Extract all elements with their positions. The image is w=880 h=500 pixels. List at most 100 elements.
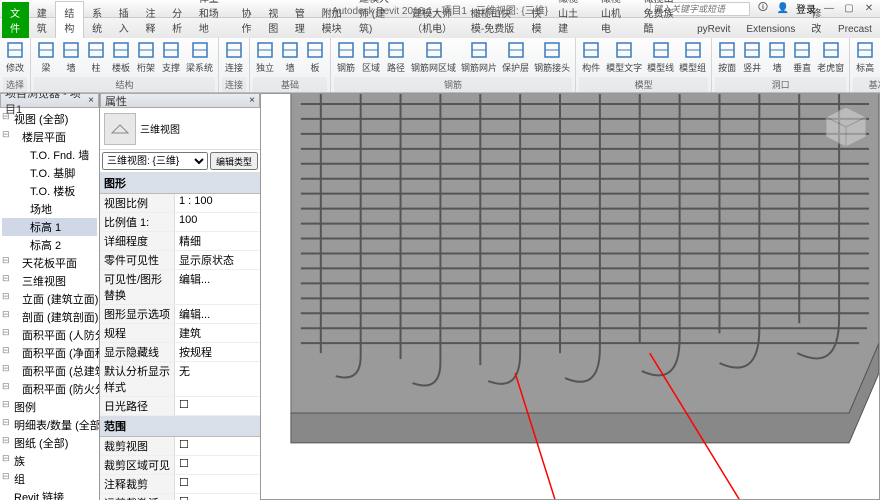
ribbon-wall-found-button[interactable]: 墙	[278, 39, 302, 77]
ribbon-mesh-button[interactable]: 钢筋网区域	[409, 39, 458, 77]
ribbon-group-button[interactable]: 模型组	[677, 39, 708, 77]
props-value[interactable]: 编辑...	[175, 270, 260, 304]
ribbon-path-button[interactable]: 路径	[384, 39, 408, 77]
ribbon-rebar-button[interactable]: 钢筋	[334, 39, 358, 77]
tree-item[interactable]: 立面 (建筑立面)	[2, 290, 97, 308]
tab-annot[interactable]: 注释	[137, 2, 164, 38]
props-row[interactable]: 图形显示选项编辑...	[100, 305, 260, 324]
tab-gls2[interactable]: 橄榄山土建	[550, 0, 593, 38]
tab-gls3[interactable]: 橄榄山机电	[593, 0, 636, 38]
props-value[interactable]: 100	[175, 213, 260, 231]
props-row[interactable]: 裁剪区域可见☐	[100, 456, 260, 475]
ribbon-wall-open-button[interactable]: 墙	[765, 39, 789, 77]
tree-item[interactable]: 标高 1	[2, 218, 97, 236]
ribbon-dormer-button[interactable]: 老虎窗	[815, 39, 846, 77]
tree-item[interactable]: 图纸 (全部)	[2, 434, 97, 452]
props-value[interactable]: 建筑	[175, 324, 260, 342]
viewcube-icon[interactable]	[821, 102, 871, 152]
tab-modify[interactable]: 修改	[803, 2, 830, 38]
tree-item[interactable]: 视图 (全部)	[2, 110, 97, 128]
tree-item[interactable]: T.O. Fnd. 墙	[2, 146, 97, 164]
tab-mass[interactable]: 体量和场地	[191, 0, 234, 38]
props-value[interactable]: ☐	[175, 397, 260, 415]
props-row[interactable]: 视图比例1 : 100	[100, 194, 260, 213]
props-row[interactable]: 可见性/图形替换编辑...	[100, 270, 260, 305]
tree-item[interactable]: Revit 链接	[2, 488, 97, 500]
tree-item[interactable]: 面积平面 (人防分区面积)	[2, 326, 97, 344]
props-row[interactable]: 比例值 1:100	[100, 213, 260, 232]
ribbon-line-button[interactable]: 模型线	[645, 39, 676, 77]
ribbon-text-button[interactable]: 模型文字	[604, 39, 644, 77]
tree-item[interactable]: 场地	[2, 200, 97, 218]
type-selector[interactable]: 三维视图: {三维}	[102, 152, 208, 170]
props-row[interactable]: 日光路径☐	[100, 397, 260, 416]
ribbon-isolated-button[interactable]: 独立	[253, 39, 277, 77]
tab-pyrevit[interactable]: pyRevit	[689, 21, 738, 38]
tab-arch[interactable]: 建筑	[29, 2, 56, 38]
ribbon-column-button[interactable]: 柱	[84, 39, 108, 77]
ribbon-wall-button[interactable]: 墙	[59, 39, 83, 77]
tree-item[interactable]: 面积平面 (防火分区面积)	[2, 380, 97, 398]
ribbon-sheet-button[interactable]: 钢筋网片	[459, 39, 499, 77]
ribbon-slab-button[interactable]: 板	[303, 39, 327, 77]
tree-item[interactable]: 明细表/数量 (全部)	[2, 416, 97, 434]
tab-struct[interactable]: 结构	[55, 1, 84, 38]
props-value[interactable]: 显示原状态	[175, 251, 260, 269]
tab-collab[interactable]: 协作	[234, 2, 261, 38]
props-close-icon[interactable]: ×	[249, 95, 255, 106]
viewport-3d[interactable]	[260, 93, 880, 500]
ribbon-truss-button[interactable]: 桁架	[134, 39, 158, 77]
ribbon-brace-button[interactable]: 支撑	[159, 39, 183, 77]
ribbon-floor-button[interactable]: 楼板	[109, 39, 133, 77]
props-row[interactable]: 规程建筑	[100, 324, 260, 343]
tree-item[interactable]: 标高 2	[2, 236, 97, 254]
props-row[interactable]: 显示隐藏线按规程	[100, 343, 260, 362]
tree-item[interactable]: T.O. 基脚	[2, 164, 97, 182]
ribbon-beam-system-button[interactable]: 梁系统	[184, 39, 215, 77]
props-value[interactable]: ☐	[175, 494, 260, 500]
props-value[interactable]: ☐	[175, 456, 260, 474]
ribbon-shaft-button[interactable]: 竖井	[740, 39, 764, 77]
tab-sys[interactable]: 系统	[84, 2, 111, 38]
props-value[interactable]: ☐	[175, 475, 260, 493]
props-row[interactable]: 裁剪视图☐	[100, 437, 260, 456]
props-value[interactable]: 精细	[175, 232, 260, 250]
props-value[interactable]: 按规程	[175, 343, 260, 361]
ribbon-connect-button[interactable]: 连接	[222, 39, 246, 77]
tab-file[interactable]: 文件	[2, 2, 29, 38]
ribbon-byface-button[interactable]: 按面	[715, 39, 739, 77]
tree-item[interactable]: 天花板平面	[2, 254, 97, 272]
tree-item[interactable]: 图例	[2, 398, 97, 416]
props-value[interactable]: 1 : 100	[175, 194, 260, 212]
tab-ext[interactable]: Extensions	[738, 21, 803, 38]
ribbon-modify-button[interactable]: 修改	[3, 39, 27, 77]
props-row[interactable]: 零件可见性显示原状态	[100, 251, 260, 270]
tab-analyze[interactable]: 分析	[164, 2, 191, 38]
props-value[interactable]: 无	[175, 362, 260, 396]
signin-icon[interactable]: 👤	[776, 2, 790, 16]
properties-table[interactable]: 图形视图比例1 : 100比例值 1:100详细程度精细零件可见性显示原状态可见…	[100, 173, 260, 500]
props-value[interactable]: 编辑...	[175, 305, 260, 323]
ribbon-component-button[interactable]: 构件	[579, 39, 603, 77]
props-row[interactable]: 远剪裁激活☐	[100, 494, 260, 500]
tree-item[interactable]: 组	[2, 470, 97, 488]
props-row[interactable]: 注释裁剪☐	[100, 475, 260, 494]
browser-close-icon[interactable]: ×	[88, 95, 94, 106]
ribbon-area-button[interactable]: 区域	[359, 39, 383, 77]
tab-insert[interactable]: 插入	[111, 2, 138, 38]
close-icon[interactable]: ✕	[862, 2, 876, 16]
tree-item[interactable]: 面积平面 (总建筑面积)	[2, 362, 97, 380]
props-row[interactable]: 默认分析显示样式无	[100, 362, 260, 397]
tree-item[interactable]: 三维视图	[2, 272, 97, 290]
tree-item[interactable]: T.O. 楼板	[2, 182, 97, 200]
props-value[interactable]: ☐	[175, 437, 260, 455]
tree-item[interactable]: 剖面 (建筑剖面)	[2, 308, 97, 326]
tab-precast[interactable]: Precast	[830, 21, 880, 38]
tab-manage[interactable]: 管理	[287, 2, 314, 38]
props-row[interactable]: 详细程度精细	[100, 232, 260, 251]
project-tree[interactable]: 视图 (全部)楼层平面T.O. Fnd. 墙T.O. 基脚T.O. 楼板场地标高…	[0, 108, 99, 500]
max-icon[interactable]: ▢	[842, 2, 856, 16]
ribbon-beam-button[interactable]: 梁	[34, 39, 58, 77]
help-icon[interactable]: 🛈	[756, 2, 770, 16]
ribbon-vert-button[interactable]: 垂直	[790, 39, 814, 77]
